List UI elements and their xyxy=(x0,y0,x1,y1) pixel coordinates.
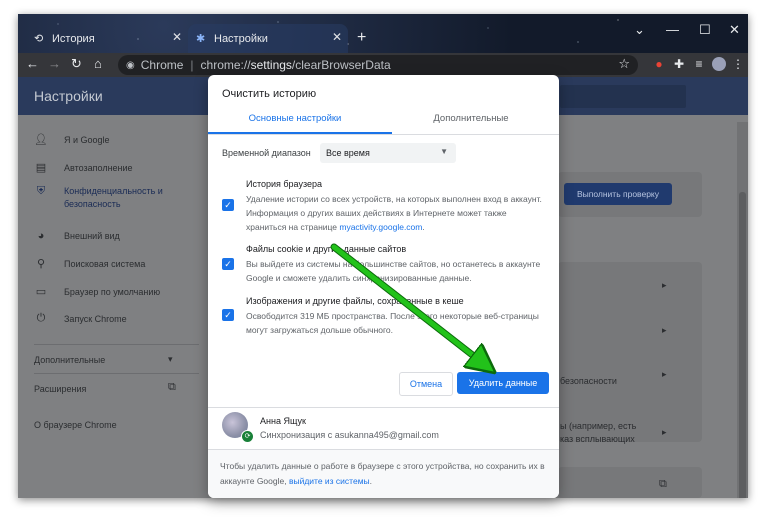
safety-check-button[interactable]: Выполнить проверку xyxy=(564,183,672,205)
sidebar-item-default-browser[interactable]: ▭ Браузер по умолчанию xyxy=(18,285,208,298)
delete-data-button[interactable]: Удалить данные xyxy=(457,372,549,394)
back-icon[interactable]: ← xyxy=(26,56,39,71)
tab-label: Настройки xyxy=(214,32,268,45)
chevron-right-icon[interactable]: ▸ xyxy=(662,280,667,291)
close-icon[interactable]: ✕ xyxy=(172,30,182,44)
row-text: ы (например, есть xyxy=(560,421,637,431)
time-range-label: Временной диапазон xyxy=(222,148,311,158)
reload-icon[interactable]: ↻ xyxy=(71,56,82,72)
cookies-title: Файлы cookie и другие данные сайтов xyxy=(246,244,407,254)
tab-advanced[interactable]: Дополнительные xyxy=(384,113,558,124)
external-link-icon[interactable]: ⧉ xyxy=(659,478,667,491)
row-text: безопасности xyxy=(560,376,617,386)
address-bar[interactable]: ◉ Chrome | chrome://settings/clearBrowse… xyxy=(118,55,638,75)
sidebar-item-appearance[interactable]: ◕ Внешний вид xyxy=(18,230,208,242)
sidebar-item-you-and-google[interactable]: 👤︎ Я и Google xyxy=(18,133,208,146)
close-window-icon[interactable]: ✕ xyxy=(729,22,740,38)
chevron-right-icon[interactable]: ▸ xyxy=(662,325,667,336)
tab-strip: ⟲ История ✕ ✱ Настройки ✕ + ⌄ — ☐ ✕ xyxy=(18,14,748,53)
menu-icon[interactable]: ⋮ xyxy=(729,55,747,73)
dialog-title: Очистить историю xyxy=(222,88,317,100)
clear-data-dialog: Очистить историю Основные настройки Допо… xyxy=(208,75,559,498)
tab-label: История xyxy=(52,32,95,45)
gear-icon: ✱ xyxy=(196,32,206,45)
sidebar-advanced[interactable]: Дополнительные xyxy=(34,344,199,365)
extensions-puzzle-icon[interactable]: ✚ xyxy=(670,55,688,73)
profile-avatar-icon[interactable] xyxy=(710,55,728,73)
privacy-card xyxy=(558,262,702,442)
sidebar-item-label: Автозаполнение xyxy=(64,162,133,173)
sidebar-item-label: Запуск Chrome xyxy=(64,313,127,324)
sidebar-item-privacy[interactable]: ⛨ Конфиденциальность и безопасность xyxy=(18,185,208,211)
home-icon[interactable]: ⌂ xyxy=(94,56,102,71)
person-icon: 👤︎ xyxy=(34,134,48,146)
settings-title: Настройки xyxy=(34,88,103,104)
maximize-icon[interactable]: ☐ xyxy=(699,22,711,38)
account-name: Анна Ящук xyxy=(260,416,306,426)
chevron-right-icon[interactable]: ▸ xyxy=(662,427,667,438)
sidebar-item-label: Поисковая система xyxy=(64,258,146,269)
divider xyxy=(208,407,559,408)
forward-icon[interactable]: → xyxy=(48,56,61,71)
checkbox-cookies[interactable]: ✓ xyxy=(222,258,234,270)
sidebar-item-autofill[interactable]: ▤ Автозаполнение xyxy=(18,161,208,174)
checkbox-cache[interactable]: ✓ xyxy=(222,309,234,321)
bookmark-star-icon[interactable]: ☆ xyxy=(618,56,630,72)
chevron-down-icon: ▾ xyxy=(168,354,173,364)
sidebar-item-on-startup[interactable]: ⏻ Запуск Chrome xyxy=(18,312,208,325)
clipboard-icon: ▤ xyxy=(35,162,47,174)
divider xyxy=(208,134,559,135)
tab-history[interactable]: ⟲ История ✕ xyxy=(26,24,188,53)
close-icon[interactable]: ✕ xyxy=(332,30,342,44)
extension-icon[interactable]: ● xyxy=(650,55,668,73)
history-icon: ⟲ xyxy=(34,32,44,45)
site-name: Chrome xyxy=(140,58,184,72)
url-text: chrome://settings/clearBrowserData xyxy=(200,58,391,72)
sidebar-about-chrome[interactable]: О браузере Chrome xyxy=(34,420,117,430)
sync-icon: ⟳ xyxy=(241,430,254,443)
separator: | xyxy=(190,58,194,72)
sidebar-item-label: Я и Google xyxy=(64,134,110,145)
sidebar-item-label: Конфиденциальность и безопасность xyxy=(64,186,163,209)
row-text: каз всплывающих xyxy=(560,434,635,444)
time-range-value: Все время xyxy=(326,148,370,158)
cookies-desc: Вы выйдете из системы на большинстве сай… xyxy=(246,259,541,283)
sidebar-item-search-engine[interactable]: ⚲ Поисковая система xyxy=(18,257,208,270)
external-link-icon[interactable]: ⧉ xyxy=(168,381,176,394)
chevron-right-icon[interactable]: ▸ xyxy=(662,369,667,380)
scrollbar[interactable] xyxy=(737,122,748,498)
time-range-select[interactable]: Все время ▼ xyxy=(320,143,456,163)
power-icon: ⏻ xyxy=(36,312,46,324)
toolbar: ← → ↻ ⌂ ◉ Chrome | chrome://settings/cle… xyxy=(18,53,748,77)
search-icon: ⚲ xyxy=(36,258,46,270)
chrome-site-icon: ◉ xyxy=(126,59,135,71)
tab-basic[interactable]: Основные настройки xyxy=(208,113,382,124)
cache-desc: Освободится 319 МБ пространства. После э… xyxy=(246,311,539,335)
extensions-card xyxy=(558,467,702,498)
footer-text: Чтобы удалить данные о работе в браузере… xyxy=(220,461,545,486)
tab-search-icon[interactable]: ⌄ xyxy=(634,22,645,38)
palette-icon: ◕ xyxy=(37,230,45,242)
sidebar-item-label: Внешний вид xyxy=(64,231,120,241)
checkbox-history[interactable]: ✓ xyxy=(222,199,234,211)
sidebar-item-label: Браузер по умолчанию xyxy=(64,286,161,297)
tab-settings[interactable]: ✱ Настройки ✕ xyxy=(188,24,348,53)
shield-icon: ⛨ xyxy=(36,185,46,197)
media-icon[interactable]: ≡ xyxy=(690,55,708,73)
myactivity-link[interactable]: myactivity.google.com xyxy=(339,222,422,232)
new-tab-icon[interactable]: + xyxy=(357,29,366,47)
settings-search-input[interactable] xyxy=(560,85,686,108)
history-title: История браузера xyxy=(246,179,323,189)
cancel-button[interactable]: Отмена xyxy=(399,372,453,396)
scrollbar-thumb[interactable] xyxy=(739,192,746,498)
dropdown-arrow-icon: ▼ xyxy=(440,147,448,156)
sign-out-link[interactable]: выйдите из системы xyxy=(289,476,370,486)
account-sync-status: Синхронизация с asukanna495@gmail.com xyxy=(260,430,439,440)
history-desc: Удаление истории со всех устройств, на к… xyxy=(246,194,542,232)
browser-icon: ▭ xyxy=(35,286,47,298)
cache-title: Изображения и другие файлы, сохраненные … xyxy=(246,296,464,306)
minimize-icon[interactable]: — xyxy=(666,22,679,37)
